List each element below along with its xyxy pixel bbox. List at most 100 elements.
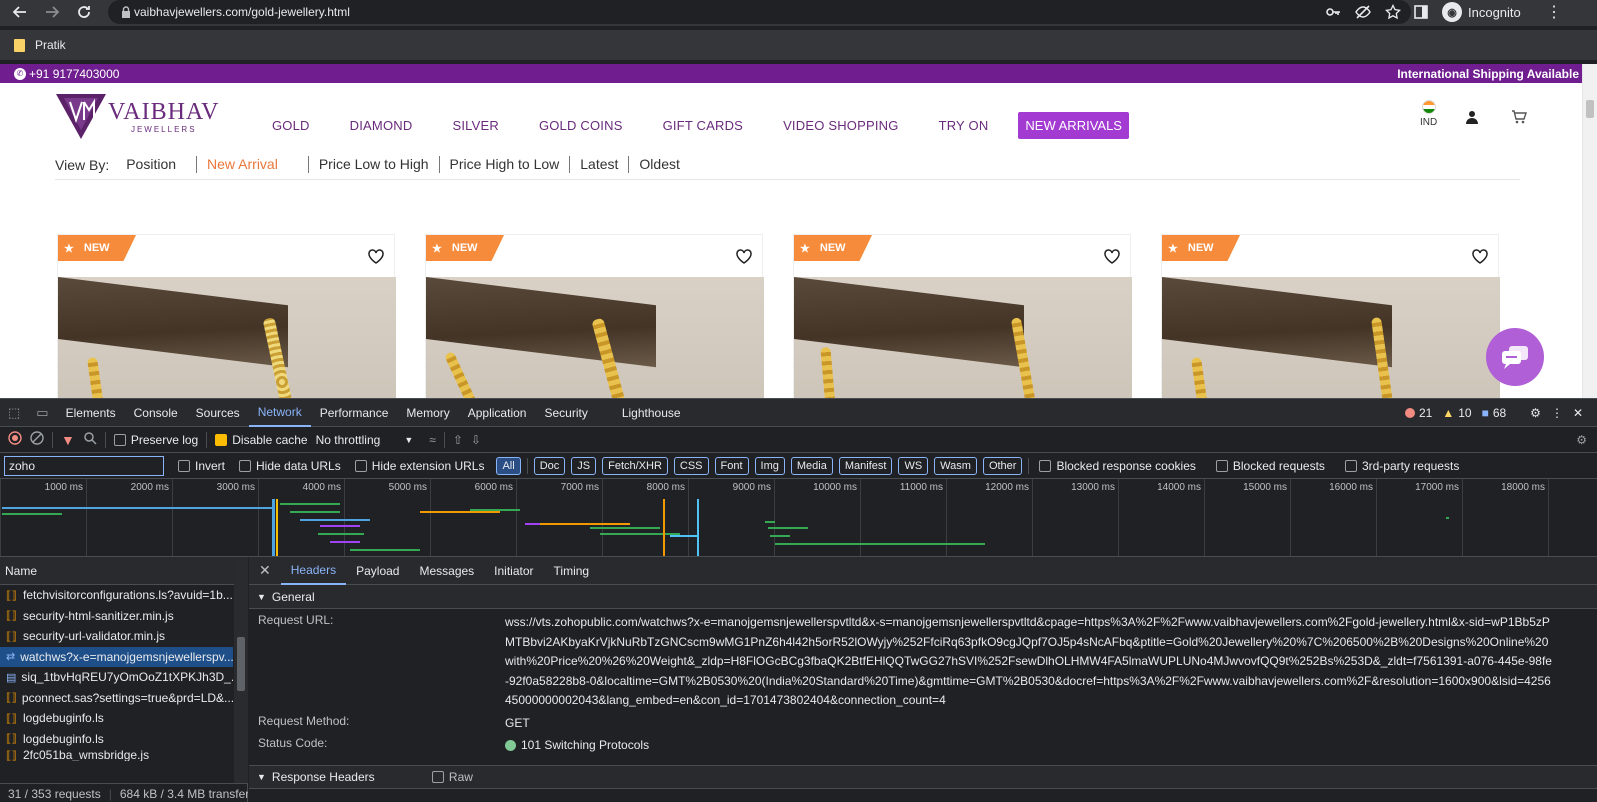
tab-performance[interactable]: Performance bbox=[311, 399, 398, 427]
record-stop-icon[interactable] bbox=[8, 431, 22, 448]
nav-new-arrivals[interactable]: NEW ARRIVALS bbox=[1018, 112, 1129, 139]
tab-console[interactable]: Console bbox=[125, 399, 187, 427]
throttling-select[interactable]: No throttling ▼ bbox=[316, 433, 414, 447]
device-toolbar-icon[interactable]: ▭ bbox=[28, 405, 56, 421]
inspect-element-icon[interactable]: ⬚ bbox=[0, 405, 28, 421]
page-scrollbar[interactable] bbox=[1582, 64, 1597, 398]
type-filter-other[interactable]: Other bbox=[982, 456, 1023, 475]
network-overview-timeline[interactable]: 1000 ms 2000 ms 3000 ms 4000 ms 5000 ms … bbox=[0, 479, 1597, 557]
incognito-indicator[interactable]: ◉ Incognito bbox=[1442, 2, 1521, 22]
sort-new-arrival[interactable]: New Arrival bbox=[196, 156, 288, 173]
nav-gift-cards[interactable]: GIFT CARDS bbox=[663, 118, 744, 133]
export-har-icon[interactable]: ⇩ bbox=[471, 433, 481, 447]
sort-price-high-low[interactable]: Price High to Low bbox=[438, 156, 570, 173]
tab-sources[interactable]: Sources bbox=[187, 399, 249, 427]
type-filter-all[interactable]: All bbox=[496, 456, 521, 475]
request-row[interactable]: ⟦⟧ security-html-sanitizer.min.js bbox=[0, 606, 233, 627]
filter-funnel-icon[interactable]: ▼ bbox=[61, 432, 75, 448]
request-row[interactable]: ⟦⟧ 2fc051ba_wmsbridge.js bbox=[0, 749, 233, 761]
back-button[interactable] bbox=[6, 1, 34, 23]
product-image[interactable] bbox=[426, 277, 764, 398]
tab-payload[interactable]: Payload bbox=[346, 557, 409, 585]
request-row[interactable]: ⟦⟧ fetchvisitorconfigurations.ls?avuid=1b… bbox=[0, 585, 233, 606]
type-filter-img[interactable]: Img bbox=[754, 456, 785, 475]
product-card[interactable]: ★ NEW bbox=[793, 234, 1132, 398]
type-filter-fetch-xhr[interactable]: Fetch/XHR bbox=[602, 456, 668, 475]
heart-icon[interactable] bbox=[368, 249, 384, 267]
tab-application[interactable]: Application bbox=[459, 399, 536, 427]
import-har-icon[interactable]: ⇧ bbox=[453, 433, 463, 447]
response-headers-section-header[interactable]: ▼ Response Headers Raw bbox=[249, 764, 1597, 789]
request-row[interactable]: ⟦⟧ pconnect.sas?settings=true&prd=LD&... bbox=[0, 688, 233, 709]
more-options-icon[interactable]: ⋮ bbox=[1551, 406, 1563, 420]
clear-log-icon[interactable] bbox=[30, 431, 44, 448]
preserve-log-checkbox[interactable]: Preserve log bbox=[113, 433, 198, 447]
nav-silver[interactable]: SILVER bbox=[452, 118, 498, 133]
network-conditions-icon[interactable]: ≈ bbox=[429, 433, 436, 447]
site-logo[interactable]: VAIBHAV JEWELLERS bbox=[56, 94, 219, 139]
sort-position[interactable]: Position bbox=[126, 156, 186, 173]
general-section-header[interactable]: ▼ General bbox=[249, 585, 1597, 609]
key-icon[interactable] bbox=[1325, 4, 1341, 23]
type-filter-js[interactable]: JS bbox=[571, 456, 597, 475]
page-scroll-thumb[interactable] bbox=[1586, 100, 1594, 118]
cart-icon[interactable] bbox=[1511, 110, 1527, 127]
nav-diamond[interactable]: DIAMOND bbox=[350, 118, 413, 133]
request-row[interactable]: ▤ siq_1tbvHqREU7yOmOoZ1tXPKJh3D_... bbox=[0, 667, 233, 688]
region-selector[interactable]: IND bbox=[1420, 100, 1437, 128]
third-party-checkbox[interactable]: 3rd-party requests bbox=[1344, 459, 1459, 473]
address-bar[interactable]: vaibhavjewellers.com/gold-jewellery.html bbox=[108, 0, 1411, 24]
heart-icon[interactable] bbox=[1104, 249, 1120, 267]
blocked-cookies-checkbox[interactable]: Blocked response cookies bbox=[1039, 459, 1196, 473]
tab-elements[interactable]: Elements bbox=[57, 399, 125, 427]
network-settings-icon[interactable]: ⚙ bbox=[1576, 433, 1587, 447]
tab-timing[interactable]: Timing bbox=[544, 557, 600, 585]
tab-security[interactable]: Security bbox=[535, 399, 596, 427]
tab-initiator[interactable]: Initiator bbox=[484, 557, 543, 585]
request-row[interactable]: ⟦⟧ logdebuginfo.ls bbox=[0, 729, 233, 750]
product-image[interactable] bbox=[58, 277, 396, 398]
chat-widget-button[interactable] bbox=[1486, 328, 1544, 386]
nav-gold-coins[interactable]: GOLD COINS bbox=[539, 118, 623, 133]
eye-slash-icon[interactable] bbox=[1355, 4, 1371, 23]
tab-headers[interactable]: Headers bbox=[280, 557, 347, 585]
heart-icon[interactable] bbox=[736, 249, 752, 267]
settings-gear-icon[interactable]: ⚙ bbox=[1530, 406, 1541, 420]
product-image[interactable] bbox=[1162, 277, 1500, 398]
nav-gold[interactable]: GOLD bbox=[272, 118, 310, 133]
close-details-icon[interactable]: ✕ bbox=[249, 562, 281, 579]
tab-messages[interactable]: Messages bbox=[409, 557, 484, 585]
reload-button[interactable] bbox=[70, 1, 98, 23]
close-devtools-icon[interactable]: ✕ bbox=[1573, 406, 1583, 420]
type-filter-ws[interactable]: WS bbox=[898, 456, 929, 475]
raw-checkbox[interactable]: Raw bbox=[431, 770, 473, 784]
disable-cache-checkbox[interactable]: Disable cache bbox=[215, 433, 308, 447]
star-icon[interactable] bbox=[1384, 3, 1402, 23]
heart-icon[interactable] bbox=[1472, 249, 1488, 267]
type-filter-wasm[interactable]: Wasm bbox=[934, 456, 977, 475]
warning-count[interactable]: ▲ 10 bbox=[1442, 406, 1471, 420]
sort-price-low-high[interactable]: Price Low to High bbox=[307, 156, 439, 173]
type-filter-doc[interactable]: Doc bbox=[533, 456, 566, 475]
type-filter-manifest[interactable]: Manifest bbox=[838, 456, 893, 475]
product-card[interactable]: ★ NEW bbox=[57, 234, 396, 398]
type-filter-media[interactable]: Media bbox=[790, 456, 833, 475]
type-filter-font[interactable]: Font bbox=[714, 456, 749, 475]
forward-button[interactable] bbox=[38, 1, 66, 23]
blocked-requests-checkbox[interactable]: Blocked requests bbox=[1215, 459, 1325, 473]
name-column-header[interactable]: Name bbox=[0, 557, 247, 585]
hide-data-urls-checkbox[interactable]: Hide data URLs bbox=[239, 459, 341, 473]
tab-memory[interactable]: Memory bbox=[397, 399, 458, 427]
product-card[interactable]: ★ NEW bbox=[1161, 234, 1500, 398]
sort-oldest[interactable]: Oldest bbox=[628, 156, 689, 173]
phone-link[interactable]: ✆ +91 9177403000 bbox=[14, 67, 119, 81]
invert-checkbox[interactable]: Invert bbox=[178, 459, 225, 473]
search-icon[interactable] bbox=[83, 431, 97, 448]
browser-menu-icon[interactable]: ⋮ bbox=[1546, 2, 1562, 22]
request-row-selected[interactable]: ⇄ watchws?x-e=manojgemsnjewellerspv... bbox=[0, 646, 233, 667]
nav-video-shopping[interactable]: VIDEO SHOPPING bbox=[783, 118, 899, 133]
sort-latest[interactable]: Latest bbox=[569, 156, 628, 173]
hide-extension-urls-checkbox[interactable]: Hide extension URLs bbox=[354, 459, 484, 473]
product-card[interactable]: ★ NEW bbox=[425, 234, 764, 398]
side-panel-icon[interactable] bbox=[1413, 4, 1429, 23]
